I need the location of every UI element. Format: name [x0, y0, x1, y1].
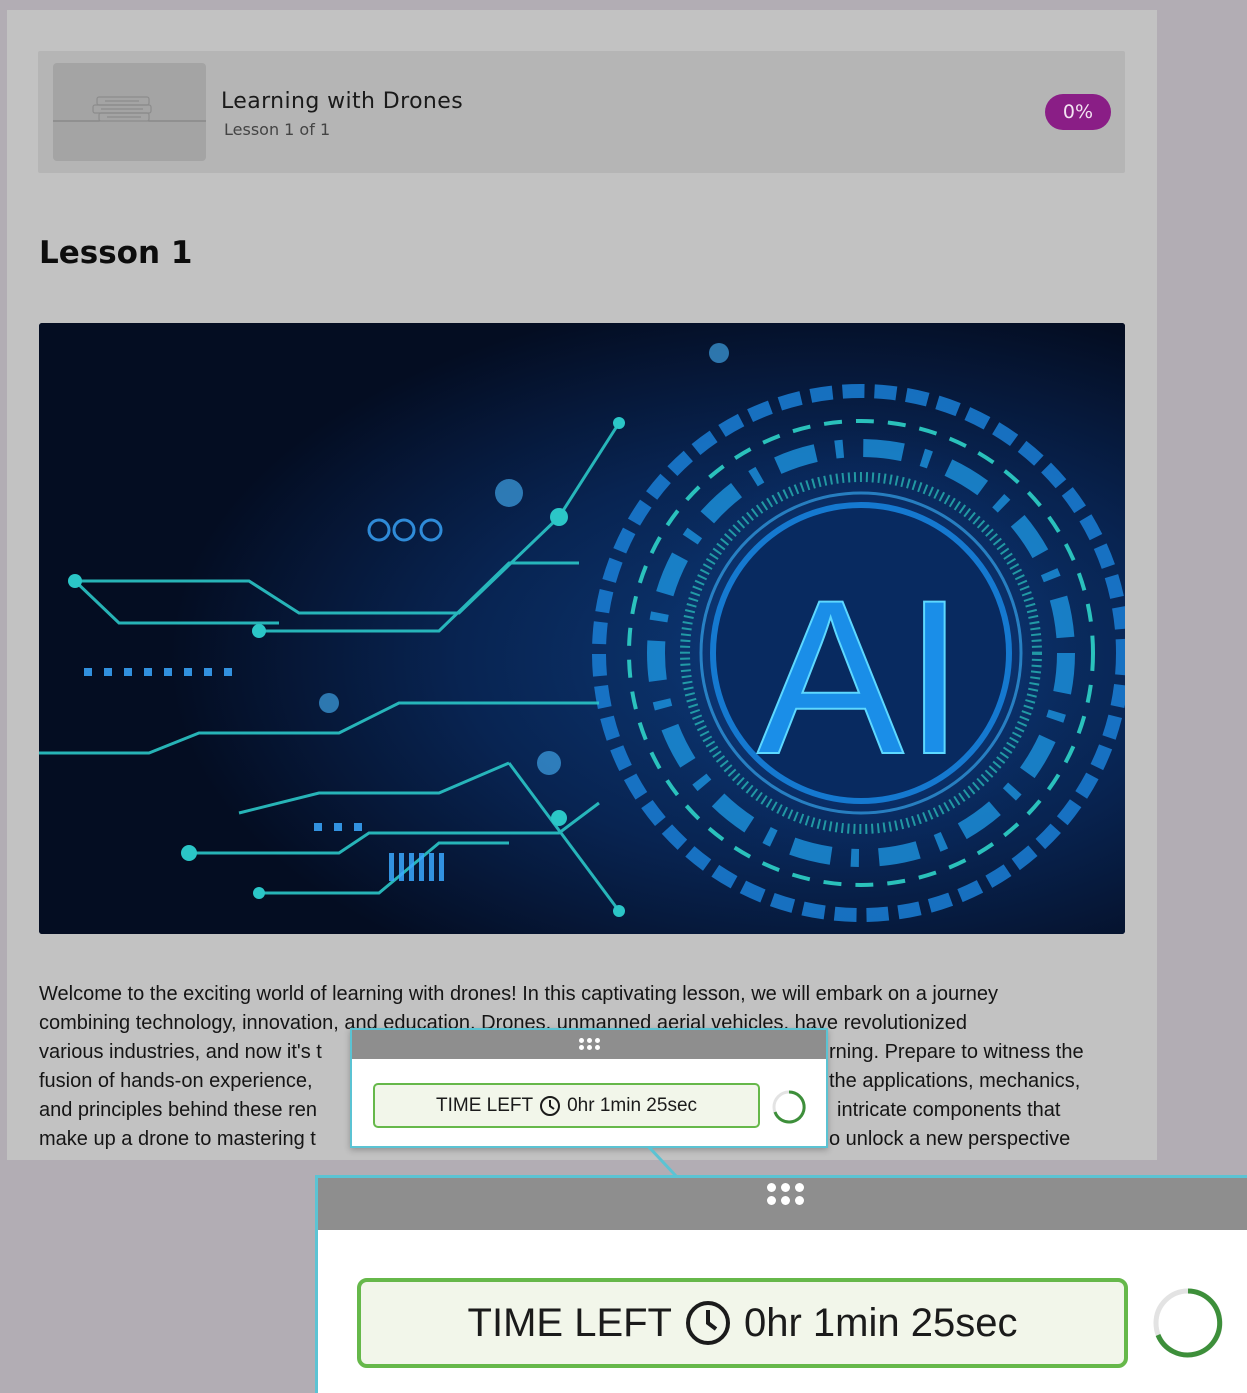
course-thumbnail: [53, 63, 206, 161]
ai-circuit-illustration: AI: [39, 323, 1125, 934]
timer-drag-bar[interactable]: [352, 1030, 826, 1059]
time-left-label: TIME LEFT: [467, 1300, 672, 1345]
books-stack-icon: [53, 96, 206, 122]
timer-widget[interactable]: TIME LEFT 0hr 1min 25sec: [350, 1028, 828, 1148]
drag-handle-icon[interactable]: [579, 1038, 601, 1050]
lesson-page: Learning with Drones Lesson 1 of 1 0% Le…: [7, 10, 1157, 1160]
lesson-hero-image: AI: [39, 323, 1125, 934]
course-title: Learning with Drones: [221, 89, 464, 114]
time-left-label: TIME LEFT: [435, 1094, 534, 1116]
progress-badge: 0%: [1045, 94, 1111, 130]
clock-icon: [540, 1095, 561, 1116]
clock-icon: [685, 1301, 730, 1345]
zoom-connector-line: [648, 1146, 678, 1178]
time-left-value: 0hr 1min 25sec: [567, 1094, 698, 1116]
time-left-display-zoomed: TIME LEFT 0hr 1min 25sec: [357, 1278, 1128, 1368]
drag-handle-icon[interactable]: [767, 1183, 805, 1205]
lesson-count: Lesson 1 of 1: [224, 120, 331, 139]
lesson-text-line: Welcome to the exciting world of learnin…: [39, 983, 998, 1005]
time-left-display: TIME LEFT 0hr 1min 25sec: [373, 1083, 760, 1128]
loading-spinner-icon: [772, 1090, 806, 1124]
loading-spinner-icon: [1153, 1288, 1223, 1358]
course-header[interactable]: Learning with Drones Lesson 1 of 1 0%: [38, 51, 1125, 173]
time-left-value: 0hr 1min 25sec: [743, 1300, 1018, 1345]
lesson-heading: Lesson 1: [39, 235, 193, 271]
timer-widget-zoomed[interactable]: TIME LEFT 0hr 1min 25sec: [315, 1175, 1247, 1393]
ai-logo-text: AI: [757, 554, 965, 800]
timer-drag-bar-zoomed[interactable]: [318, 1178, 1247, 1230]
